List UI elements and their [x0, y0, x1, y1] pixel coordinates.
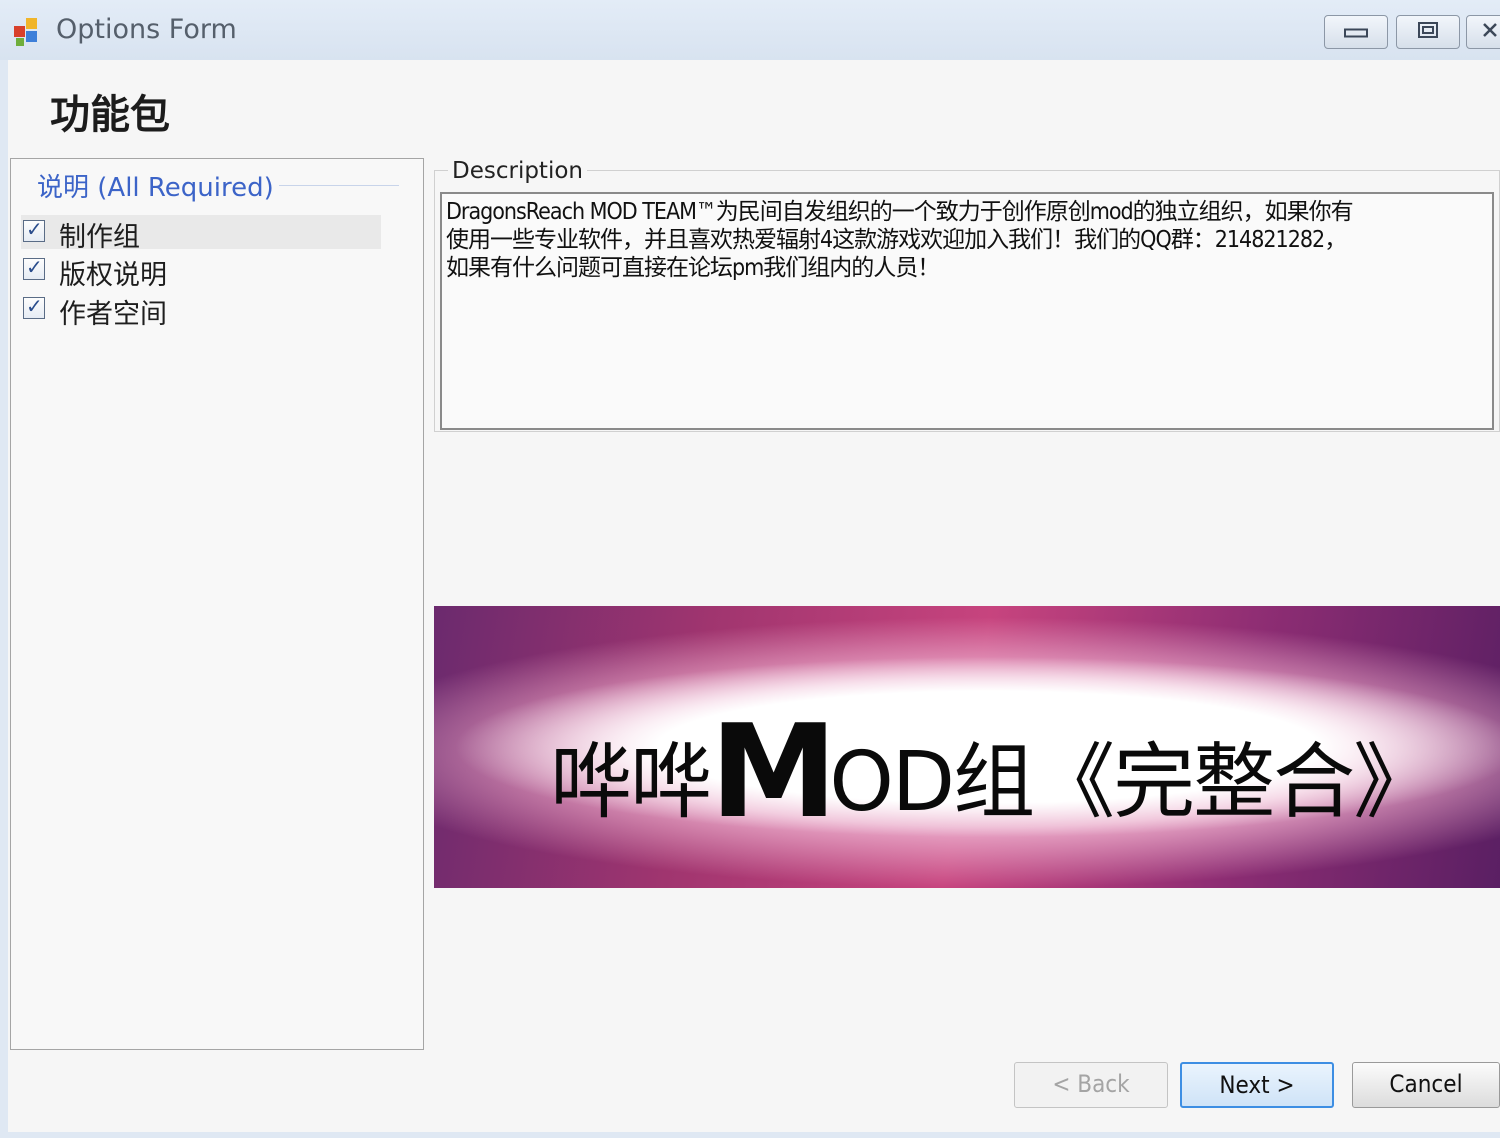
- banner-image: 哗哗MOD组《完整合》: [434, 606, 1500, 888]
- close-button[interactable]: [1466, 15, 1500, 49]
- option-label: 制作组: [59, 222, 140, 253]
- banner-text-big: M: [710, 698, 837, 847]
- maximize-button[interactable]: [1396, 15, 1460, 49]
- description-textbox[interactable]: DragonsReach MOD TEAM™为民间自发组织的一个致力于创作原创m…: [440, 192, 1494, 430]
- close-icon: [1482, 22, 1498, 42]
- maximize-icon: [1417, 21, 1439, 43]
- page-title: 功能包: [50, 91, 170, 138]
- description-line: DragonsReach MOD TEAM™为民间自发组织的一个致力于创作原创m…: [446, 199, 1354, 225]
- description-line: 使用一些专业软件，并且喜欢热爱辐射4这款游戏欢迎加入我们！我们的QQ群：2148…: [446, 227, 1347, 253]
- checkbox[interactable]: ✓: [23, 294, 45, 319]
- checkbox[interactable]: ✓: [23, 255, 45, 280]
- checkmark-icon: ✓: [26, 255, 43, 279]
- next-button[interactable]: Next >: [1180, 1062, 1334, 1108]
- option-item-production-team[interactable]: ✓ 制作组: [21, 215, 381, 253]
- checkmark-icon: ✓: [26, 217, 43, 241]
- cancel-button[interactable]: Cancel: [1352, 1062, 1500, 1108]
- options-panel: 说明 (All Required) ✓ 制作组 ✓ 版权说明 ✓ 作者空间: [10, 158, 424, 1050]
- minimize-icon: [1344, 23, 1368, 42]
- window-title: Options Form: [56, 14, 237, 45]
- app-icon: [14, 18, 44, 48]
- banner-text-prefix: 哗哗: [550, 735, 712, 830]
- options-group-header: 说明 (All Required): [37, 167, 282, 204]
- description-legend: Description: [448, 158, 587, 184]
- option-label: 版权说明: [59, 260, 167, 291]
- minimize-button[interactable]: [1324, 15, 1388, 49]
- option-item-author-space[interactable]: ✓ 作者空间: [21, 292, 381, 330]
- description-line: 如果有什么问题可直接在论坛pm我们组内的人员！: [446, 255, 940, 281]
- checkbox[interactable]: ✓: [23, 217, 45, 242]
- checkmark-icon: ✓: [26, 294, 43, 318]
- banner-text: 哗哗MOD组《完整合》: [550, 698, 1435, 847]
- title-bar: Options Form: [0, 0, 1500, 60]
- back-button[interactable]: < Back: [1014, 1062, 1168, 1108]
- option-item-copyright[interactable]: ✓ 版权说明: [21, 253, 381, 291]
- group-divider: [279, 185, 399, 186]
- option-label: 作者空间: [59, 299, 167, 330]
- banner-text-suffix: OD组《完整合》: [829, 735, 1435, 830]
- client-area: 功能包 说明 (All Required) ✓ 制作组 ✓ 版权说明 ✓ 作者空…: [8, 60, 1500, 1132]
